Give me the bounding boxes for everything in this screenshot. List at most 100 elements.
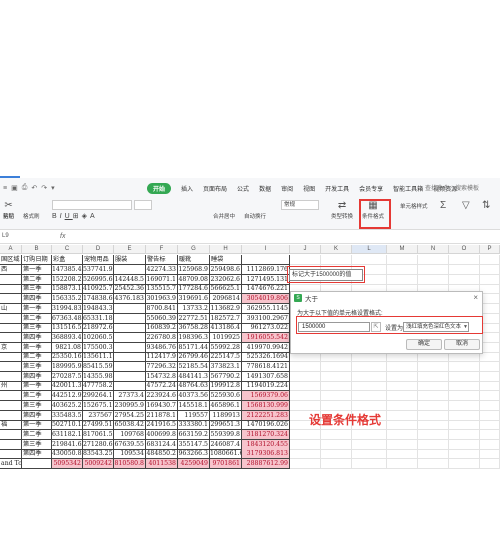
- table-cell[interactable]: 198396.3: [178, 332, 210, 343]
- table-cell[interactable]: [418, 391, 449, 402]
- table-cell[interactable]: 413186.4: [210, 323, 242, 334]
- table-cell[interactable]: [114, 265, 146, 275]
- table-cell[interactable]: [480, 342, 500, 353]
- table-cell[interactable]: 1112869.176: [242, 265, 290, 275]
- table-cell[interactable]: [480, 400, 500, 411]
- table-cell[interactable]: 1916055.542: [242, 332, 290, 343]
- table-cell[interactable]: 817061.5: [83, 429, 114, 440]
- column-header-c[interactable]: C: [52, 245, 83, 254]
- table-cell[interactable]: [352, 391, 387, 402]
- table-cell[interactable]: 154732.8: [146, 371, 178, 382]
- fill-color-icon[interactable]: ◈: [82, 213, 90, 220]
- table-cell[interactable]: 1019925: [210, 332, 242, 343]
- table-cell[interactable]: [114, 371, 146, 382]
- table-cell[interactable]: [449, 459, 480, 469]
- table-cell[interactable]: 第四季: [22, 294, 52, 305]
- table-cell[interactable]: 第三季: [22, 323, 52, 334]
- table-cell[interactable]: 第四季: [22, 332, 52, 343]
- table-cell[interactable]: 125968.9: [178, 265, 210, 275]
- table-cell[interactable]: 147385.4: [52, 265, 83, 275]
- table-cell[interactable]: 175500.3: [83, 342, 114, 353]
- table-cell[interactable]: 31994.83: [52, 303, 83, 314]
- column-header-l[interactable]: L: [352, 245, 387, 254]
- header-cell[interactable]: [352, 255, 387, 265]
- save-icon[interactable]: ▣: [11, 184, 18, 192]
- table-cell[interactable]: 5009242: [83, 459, 114, 469]
- table-cell[interactable]: 第二季: [22, 313, 52, 324]
- column-header-a[interactable]: A: [0, 245, 22, 254]
- column-header-n[interactable]: N: [418, 245, 449, 254]
- table-cell[interactable]: 525930.6: [210, 391, 242, 402]
- table-cell[interactable]: 3054019.806: [242, 294, 290, 305]
- table-cell[interactable]: 182572.7: [210, 313, 242, 324]
- column-header-b[interactable]: B: [22, 245, 52, 254]
- cancel-button[interactable]: 取消: [444, 339, 480, 350]
- table-cell[interactable]: [114, 313, 146, 324]
- table-cell[interactable]: [418, 459, 449, 469]
- table-cell[interactable]: 156335.2: [52, 294, 83, 305]
- table-cell[interactable]: [418, 381, 449, 392]
- print-icon[interactable]: ⎙: [22, 184, 28, 192]
- table-cell[interactable]: 65038.42: [114, 420, 146, 431]
- table-cell[interactable]: 109768: [114, 429, 146, 440]
- table-cell[interactable]: [449, 410, 480, 421]
- table-cell[interactable]: [352, 371, 387, 382]
- table-cell[interactable]: 319691.6: [178, 294, 210, 305]
- table-cell[interactable]: [321, 381, 352, 392]
- table-cell[interactable]: 28887612.99: [242, 459, 290, 469]
- table-cell[interactable]: [321, 449, 352, 460]
- table-cell[interactable]: 218972.6: [83, 323, 114, 334]
- table-cell[interactable]: [290, 381, 321, 392]
- header-cell[interactable]: 彩盒: [52, 255, 83, 265]
- table-cell[interactable]: [352, 459, 387, 469]
- close-icon[interactable]: ×: [473, 293, 478, 302]
- table-cell[interactable]: 1271495.131: [242, 274, 290, 285]
- table-cell[interactable]: 810580.8: [114, 459, 146, 469]
- redo-icon[interactable]: ↷: [41, 184, 47, 192]
- table-cell[interactable]: 第二季: [22, 352, 52, 363]
- table-cell[interactable]: [0, 449, 22, 460]
- tab-1[interactable]: 插入: [181, 184, 193, 193]
- table-cell[interactable]: 484141.3: [178, 371, 210, 382]
- underline-icon[interactable]: U: [65, 213, 73, 220]
- header-cell[interactable]: 警告标: [146, 255, 178, 265]
- table-cell[interactable]: 京: [0, 342, 22, 353]
- table-cell[interactable]: 526995.6: [83, 274, 114, 285]
- table-cell[interactable]: 271280.6: [83, 439, 114, 450]
- table-cell[interactable]: [387, 449, 418, 460]
- table-cell[interactable]: 169071.1: [146, 274, 178, 285]
- tab-4[interactable]: 数据: [259, 184, 271, 193]
- table-cell[interactable]: 3179306.813: [242, 449, 290, 460]
- table-cell[interactable]: [418, 362, 449, 372]
- table-cell[interactable]: [418, 429, 449, 440]
- table-cell[interactable]: 65331.18: [83, 313, 114, 324]
- table-cell[interactable]: 199912.8: [210, 381, 242, 392]
- table-cell[interactable]: [449, 420, 480, 431]
- table-cell[interactable]: [387, 274, 418, 285]
- table-cell[interactable]: 9701861: [210, 459, 242, 469]
- table-cell[interactable]: 145518.1: [178, 400, 210, 411]
- table-cell[interactable]: 4011538: [146, 459, 178, 469]
- border-icon[interactable]: ⊞: [73, 213, 82, 220]
- table-cell[interactable]: [387, 439, 418, 450]
- table-cell[interactable]: [321, 429, 352, 440]
- table-cell[interactable]: [352, 429, 387, 440]
- table-cell[interactable]: and Total: [0, 459, 22, 469]
- column-header-g[interactable]: G: [178, 245, 210, 254]
- column-header-j[interactable]: J: [290, 245, 321, 254]
- table-cell[interactable]: 683124.4: [146, 439, 178, 450]
- table-cell[interactable]: 1843120.455: [242, 439, 290, 450]
- table-cell[interactable]: [114, 362, 146, 372]
- table-cell[interactable]: [321, 459, 352, 469]
- table-cell[interactable]: 537741.9: [83, 265, 114, 275]
- table-cell[interactable]: [22, 459, 52, 469]
- table-cell[interactable]: 67363.48: [52, 313, 83, 324]
- table-cell[interactable]: 961273.022: [242, 323, 290, 334]
- table-cell[interactable]: 135611.1: [83, 352, 114, 363]
- table-cell[interactable]: 442512.9: [52, 391, 83, 402]
- table-cell[interactable]: [290, 371, 321, 382]
- merge-center-tool[interactable]: 合并居中: [213, 212, 235, 220]
- table-cell[interactable]: [290, 391, 321, 402]
- table-cell[interactable]: [418, 265, 449, 275]
- table-cell[interactable]: 第三季: [22, 439, 52, 450]
